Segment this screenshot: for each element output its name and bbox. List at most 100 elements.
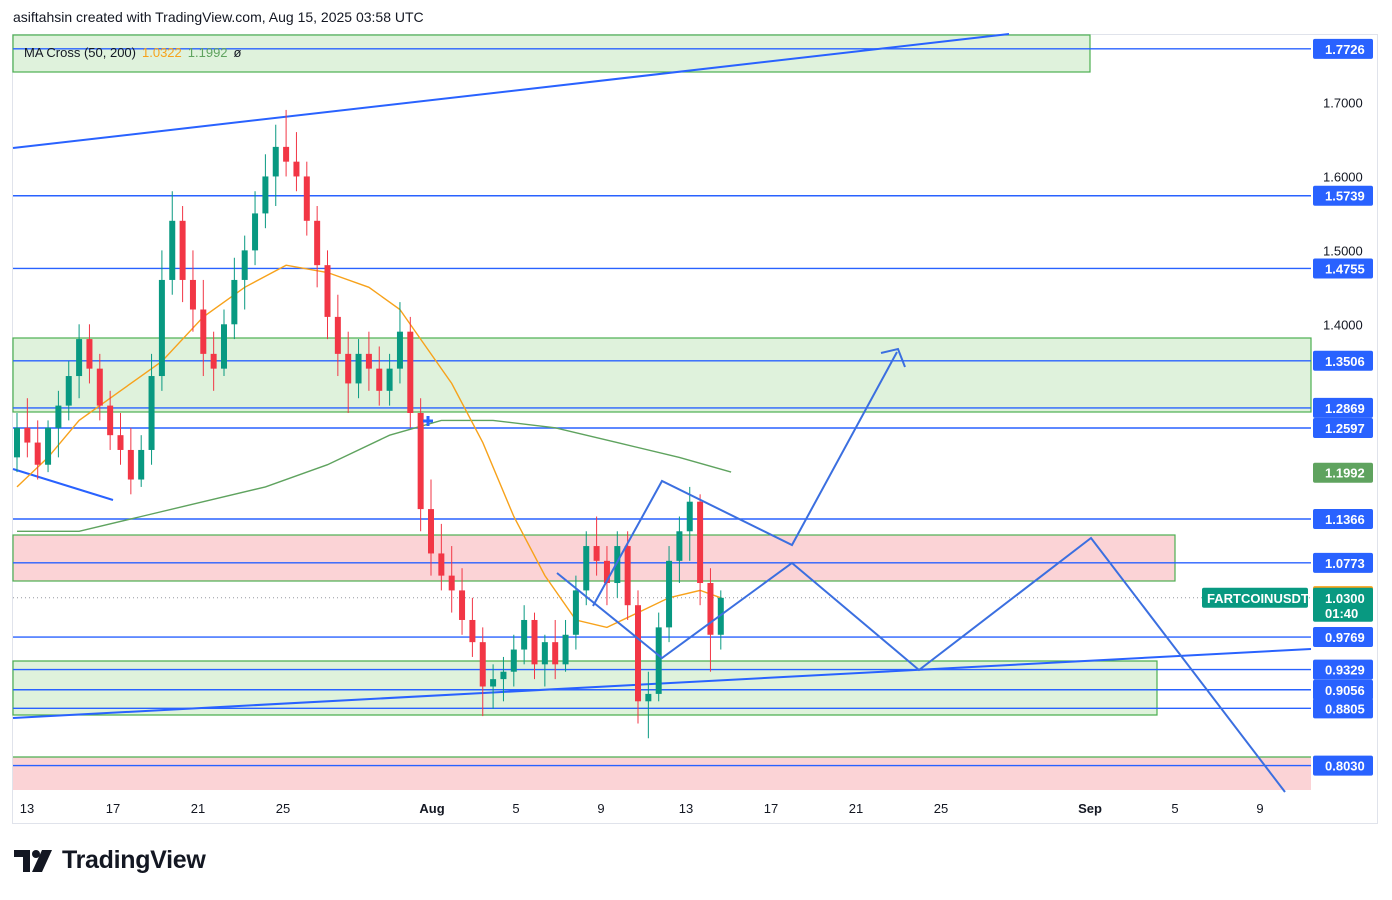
price-axis-tick: 1.7000 <box>1323 96 1363 111</box>
price-level-label: 0.8030 <box>1325 759 1365 774</box>
candle-body[interactable] <box>655 627 662 694</box>
candle-body[interactable] <box>490 679 497 687</box>
time-axis-tick: 21 <box>191 801 205 816</box>
indicator-legend[interactable]: MA Cross (50, 200) 1.0322 1.1992 ø <box>24 45 241 60</box>
candle-body[interactable] <box>531 619 538 665</box>
price-level-label: 1.2869 <box>1325 401 1365 416</box>
time-axis-tick: 17 <box>106 801 120 816</box>
bar-countdown-label: 01:40 <box>1325 606 1358 621</box>
price-level-label: 1.7726 <box>1325 42 1365 57</box>
time-axis-tick: 9 <box>1256 801 1263 816</box>
candle-body[interactable] <box>469 619 476 643</box>
candle-body[interactable] <box>86 339 93 369</box>
candle-body[interactable] <box>428 509 434 554</box>
candle-body[interactable] <box>138 449 145 480</box>
candle-body[interactable] <box>65 376 72 406</box>
time-axis-tick: Sep <box>1078 801 1102 816</box>
price-level-label: 1.0773 <box>1325 556 1365 571</box>
candle-body[interactable] <box>189 279 196 310</box>
candle-body[interactable] <box>365 353 372 369</box>
candle-body[interactable] <box>272 146 279 177</box>
short-trendline[interactable] <box>12 468 114 501</box>
candle-body[interactable] <box>314 220 321 266</box>
candle-body[interactable] <box>158 279 165 377</box>
price-level-label: 0.9056 <box>1325 683 1365 698</box>
candle-body[interactable] <box>252 213 259 251</box>
candle-body[interactable] <box>707 583 714 635</box>
candle-body[interactable] <box>293 161 300 177</box>
candle-body[interactable] <box>55 405 62 428</box>
candle-body[interactable] <box>376 368 383 391</box>
candle-body[interactable] <box>24 427 31 443</box>
candle-body[interactable] <box>459 590 466 620</box>
time-axis-tick: 21 <box>849 801 863 816</box>
candle-body[interactable] <box>76 339 83 377</box>
candle-body[interactable] <box>686 501 693 532</box>
candle-body[interactable] <box>396 331 403 369</box>
candle-body[interactable] <box>697 501 704 584</box>
candle-body[interactable] <box>624 546 631 606</box>
tradingview-logo[interactable]: TradingView <box>14 846 206 875</box>
candle-body[interactable] <box>407 331 414 413</box>
candle-body[interactable] <box>148 376 155 450</box>
candle-body[interactable] <box>324 265 331 317</box>
time-axis-tick: 5 <box>512 801 519 816</box>
price-level-label: 1.5739 <box>1325 189 1365 204</box>
candle-body[interactable] <box>583 546 590 591</box>
candle-body[interactable] <box>541 642 548 665</box>
candle-body[interactable] <box>107 405 114 436</box>
indicator-slow-value: 1.1992 <box>187 45 228 60</box>
indicator-symbol: ø <box>233 45 242 60</box>
candle-body[interactable] <box>96 368 103 406</box>
candle-body[interactable] <box>386 368 393 391</box>
symbol-label: FARTCOINUSDT <box>1207 591 1309 606</box>
candle-body[interactable] <box>500 671 507 680</box>
zone-mid[interactable] <box>12 337 1312 413</box>
candle-body[interactable] <box>283 146 290 162</box>
candle-body[interactable] <box>127 449 134 480</box>
candle-body[interactable] <box>210 353 217 369</box>
time-axis-tick: 13 <box>20 801 34 816</box>
candle-body[interactable] <box>200 309 207 354</box>
time-axis-tick: 25 <box>934 801 948 816</box>
candle-body[interactable] <box>635 605 641 702</box>
candle-body[interactable] <box>262 176 269 214</box>
candle-body[interactable] <box>34 442 41 465</box>
price-axis-tick: 1.6000 <box>1323 169 1363 184</box>
chart-canvas[interactable]: 1.7000 1.6000 1.5000 1.4000 1.7726 1.5739 1.47… <box>0 0 1392 900</box>
time-axis-tick: 13 <box>679 801 693 816</box>
candle-body[interactable] <box>593 546 600 561</box>
candle-body[interactable] <box>417 413 424 510</box>
candle-body[interactable] <box>438 553 445 576</box>
candle-body[interactable] <box>179 220 186 280</box>
price-level-label: 0.8805 <box>1325 701 1365 716</box>
candle-body[interactable] <box>169 220 176 280</box>
candle-body[interactable] <box>221 324 227 369</box>
ma-200-line[interactable] <box>17 419 732 532</box>
candle-body[interactable] <box>334 316 341 354</box>
tradingview-logo-icon <box>14 849 52 872</box>
candle-body[interactable] <box>303 176 310 221</box>
candle-body[interactable] <box>676 531 683 561</box>
candle-body[interactable] <box>521 619 528 650</box>
candle-body[interactable] <box>645 693 652 702</box>
time-axis-tick: Aug <box>419 801 444 816</box>
candle-body[interactable] <box>562 634 569 665</box>
candle-body[interactable] <box>14 427 20 458</box>
candle-body[interactable] <box>510 649 517 672</box>
candle-body[interactable] <box>572 590 579 635</box>
price-level-label: 1.4755 <box>1325 261 1365 276</box>
candle-body[interactable] <box>117 435 124 450</box>
candle-body[interactable] <box>241 250 248 280</box>
candle-body[interactable] <box>345 353 352 384</box>
candle-body[interactable] <box>552 642 559 665</box>
candle-body[interactable] <box>355 353 362 384</box>
candle-body[interactable] <box>479 642 486 687</box>
last-price-label: 1.0300 <box>1325 591 1365 606</box>
candle-body[interactable] <box>666 560 673 628</box>
lower-zone[interactable] <box>13 757 1311 790</box>
indicator-name: MA Cross (50, 200) <box>24 45 136 60</box>
candle-body[interactable] <box>231 279 238 325</box>
candle-body[interactable] <box>45 427 52 465</box>
candle-body[interactable] <box>448 575 455 591</box>
